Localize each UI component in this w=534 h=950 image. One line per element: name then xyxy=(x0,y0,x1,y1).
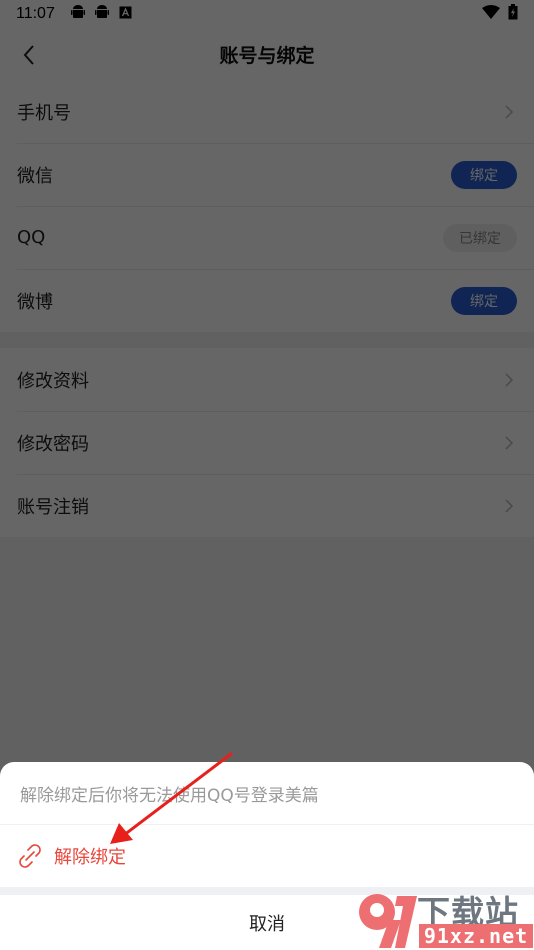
unbind-hint: 解除绑定后你将无法使用QQ号登录美篇 xyxy=(0,762,534,825)
watermark: 下载站 91xz.net xyxy=(355,886,534,950)
cancel-label: 取消 xyxy=(249,913,285,935)
unbind-label: 解除绑定 xyxy=(54,847,126,868)
watermark-url: 91xz.net xyxy=(419,924,533,948)
unbind-button[interactable]: 解除绑定 xyxy=(0,825,534,887)
watermark-logo-icon xyxy=(359,894,417,948)
unlink-icon xyxy=(19,844,41,868)
